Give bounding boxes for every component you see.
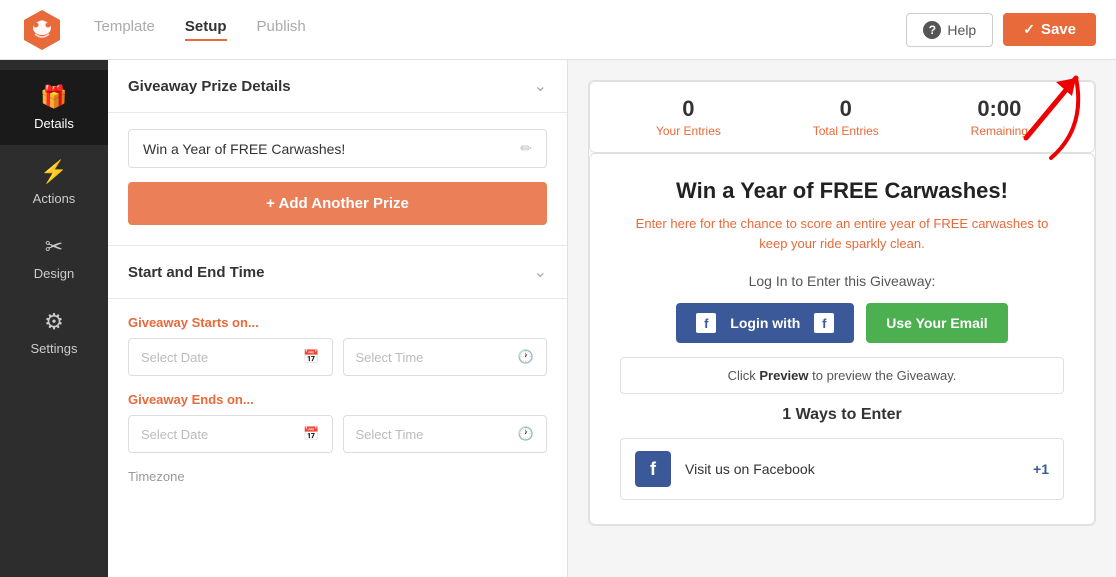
clock-icon-2: 🕐	[518, 426, 534, 442]
preview-tooltip: Click Preview to preview the Giveaway.	[620, 357, 1064, 394]
total-entries-value: 0	[813, 96, 879, 122]
save-button[interactable]: ✓ Save	[1003, 13, 1096, 46]
giveaway-desc-1: Enter here for the chance to score an en…	[636, 216, 930, 231]
datetime-chevron-icon: ⌄	[534, 262, 547, 282]
your-entries-stat: 0 Your Entries	[656, 96, 721, 138]
end-date-placeholder: Select Date	[141, 427, 208, 442]
your-entries-label: Your Entries	[656, 124, 721, 138]
your-entries-value: 0	[656, 96, 721, 122]
entry-points: +1	[1033, 461, 1049, 477]
help-label: Help	[947, 22, 976, 38]
tab-template[interactable]: Template	[94, 18, 155, 41]
help-icon: ?	[923, 21, 941, 39]
start-time-placeholder: Select Time	[356, 350, 424, 365]
tooltip-bold: Preview	[759, 368, 808, 383]
email-login-button[interactable]: Use Your Email	[866, 303, 1007, 343]
tab-setup[interactable]: Setup	[185, 18, 227, 41]
sidebar-item-label-details: Details	[34, 116, 74, 131]
sidebar-item-design[interactable]: ✂ Design	[0, 220, 108, 295]
start-datetime-row: Select Date 📅 Select Time 🕐	[128, 338, 547, 376]
clock-icon: 🕐	[518, 349, 534, 365]
end-date-input[interactable]: Select Date 📅	[128, 415, 333, 453]
sidebar: 🎁 Details ⚡ Actions ✂ Design ⚙ Settings	[0, 60, 108, 577]
content-panel: Giveaway Prize Details ⌄ Win a Year of F…	[108, 60, 568, 577]
sidebar-item-label-design: Design	[34, 266, 74, 281]
remaining-stat: 0:00 Remaining	[971, 96, 1028, 138]
end-time-placeholder: Select Time	[356, 427, 424, 442]
total-entries-label: Total Entries	[813, 124, 879, 138]
prize-input-row: Win a Year of FREE Carwashes! ✏	[128, 129, 547, 168]
giveaway-desc: Enter here for the chance to score an en…	[620, 214, 1064, 253]
sidebar-item-settings[interactable]: ⚙ Settings	[0, 295, 108, 370]
login-prompt: Log In to Enter this Giveaway:	[620, 273, 1064, 289]
sidebar-item-actions[interactable]: ⚡ Actions	[0, 145, 108, 220]
prize-value-text: Win a Year of FREE Carwashes!	[143, 141, 520, 157]
giveaway-card: Win a Year of FREE Carwashes! Enter here…	[589, 153, 1095, 525]
tab-publish[interactable]: Publish	[257, 18, 306, 41]
entry-facebook-icon: f	[635, 451, 671, 487]
stats-bar: 0 Your Entries 0 Total Entries 0:00 Rema…	[589, 81, 1095, 153]
check-icon: ✓	[1023, 21, 1035, 38]
main-layout: 🎁 Details ⚡ Actions ✂ Design ⚙ Settings …	[0, 60, 1116, 577]
start-date-input[interactable]: Select Date 📅	[128, 338, 333, 376]
preview-card: 0 Your Entries 0 Total Entries 0:00 Rema…	[588, 80, 1096, 526]
calendar-icon: 📅	[303, 349, 319, 365]
settings-icon: ⚙	[44, 309, 64, 335]
prize-section-body: Win a Year of FREE Carwashes! ✏ + Add An…	[108, 113, 567, 245]
ends-label: Giveaway Ends on...	[128, 392, 547, 407]
help-button[interactable]: ? Help	[906, 13, 993, 47]
login-prompt-text: Log In to Enter this Giveaway:	[749, 273, 936, 289]
prize-chevron-icon: ⌄	[534, 76, 547, 96]
giveaway-title: Win a Year of FREE Carwashes!	[620, 178, 1064, 204]
nav-tabs: Template Setup Publish	[94, 18, 906, 41]
total-entries-stat: 0 Total Entries	[813, 96, 879, 138]
sidebar-item-label-actions: Actions	[33, 191, 76, 206]
top-nav: Template Setup Publish ? Help ✓ Save	[0, 0, 1116, 60]
giveaway-desc-highlight: FREE carwashes	[933, 216, 1033, 231]
edit-icon[interactable]: ✏	[520, 140, 532, 157]
ways-to-enter: 1 Ways to Enter	[620, 406, 1064, 424]
sidebar-item-label-settings: Settings	[31, 341, 78, 356]
gift-icon: 🎁	[40, 84, 67, 110]
remaining-label: Remaining	[971, 124, 1028, 138]
start-date-placeholder: Select Date	[141, 350, 208, 365]
starts-label: Giveaway Starts on...	[128, 315, 547, 330]
design-icon: ✂	[45, 234, 63, 260]
entry-method-facebook: f Visit us on Facebook +1	[620, 438, 1064, 500]
sidebar-item-details[interactable]: 🎁 Details	[0, 70, 108, 145]
datetime-section-header[interactable]: Start and End Time ⌄	[108, 246, 567, 298]
datetime-section-body: Giveaway Starts on... Select Date 📅 Sele…	[108, 299, 567, 504]
add-prize-button[interactable]: + Add Another Prize	[128, 182, 547, 225]
datetime-section-title: Start and End Time	[128, 264, 264, 281]
prize-section-title: Giveaway Prize Details	[128, 78, 291, 95]
use-email-label: Use Your Email	[886, 315, 987, 331]
end-time-input[interactable]: Select Time 🕐	[343, 415, 548, 453]
facebook-login-button[interactable]: f Login with f	[676, 303, 854, 343]
facebook-logo: f	[814, 313, 834, 333]
nav-actions: ? Help ✓ Save	[906, 13, 1096, 47]
login-buttons: f Login with f Use Your Email	[620, 303, 1064, 343]
facebook-btn-icon: f	[696, 313, 716, 333]
logo	[20, 8, 64, 52]
tooltip-text-1: Click	[728, 368, 756, 383]
actions-icon: ⚡	[40, 159, 67, 185]
tooltip-text-2: to preview the Giveaway.	[812, 368, 956, 383]
start-time-input[interactable]: Select Time 🕐	[343, 338, 548, 376]
preview-wrapper: 0 Your Entries 0 Total Entries 0:00 Rema…	[588, 80, 1096, 526]
facebook-entry-text: Visit us on Facebook	[685, 461, 1019, 477]
add-prize-label: + Add Another Prize	[266, 195, 409, 212]
remaining-value: 0:00	[971, 96, 1028, 122]
end-datetime-row: Select Date 📅 Select Time 🕐	[128, 415, 547, 453]
timezone-label: Timezone	[128, 469, 547, 484]
calendar-icon-2: 📅	[303, 426, 319, 442]
save-label: Save	[1041, 21, 1076, 38]
prize-section-header[interactable]: Giveaway Prize Details ⌄	[108, 60, 567, 112]
preview-panel: 0 Your Entries 0 Total Entries 0:00 Rema…	[568, 60, 1116, 577]
login-with-fb-text: Login with	[730, 315, 800, 331]
